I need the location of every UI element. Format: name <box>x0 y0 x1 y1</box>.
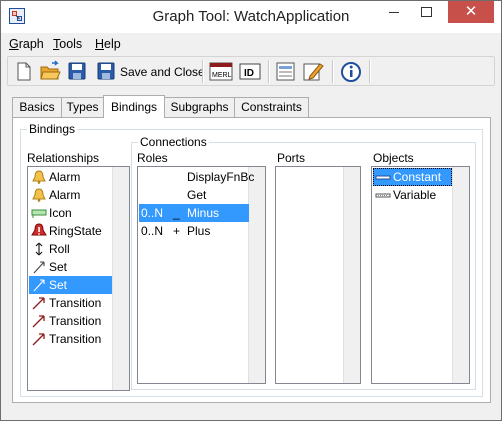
constant-icon <box>375 169 391 185</box>
list-item[interactable]: 0..N _ Minus <box>139 204 249 222</box>
roll-arrows-icon <box>31 241 47 257</box>
menu-graph[interactable]: Graph <box>9 37 44 51</box>
objects-label: Objects <box>373 151 414 165</box>
roles-label: Roles <box>137 151 168 165</box>
relationships-scrollbar[interactable] <box>112 167 129 390</box>
ports-label: Ports <box>277 151 306 165</box>
ports-scrollbar[interactable] <box>343 167 360 383</box>
list-item[interactable]: Set <box>29 258 112 276</box>
info-icon[interactable] <box>340 60 362 83</box>
close-icon: ✕ <box>464 3 478 20</box>
bell-icon <box>31 169 47 185</box>
minimize-button[interactable] <box>378 1 410 23</box>
transition-arrow-icon <box>31 331 47 347</box>
merl-text: MERL <box>212 72 232 79</box>
list-item[interactable]: RingState <box>29 222 112 240</box>
objects-list[interactable]: Constant Variable <box>371 166 470 384</box>
variable-icon <box>375 187 391 203</box>
menu-help[interactable]: Help <box>95 37 121 51</box>
icon-shape-icon <box>31 205 47 221</box>
set-arrow-icon <box>31 259 47 275</box>
tab-constraints[interactable]: Constraints <box>234 97 309 117</box>
list-item[interactable]: Constant <box>373 168 452 186</box>
ports-list[interactable] <box>275 166 361 384</box>
list-item[interactable]: Icon <box>29 204 112 222</box>
relationships-list[interactable]: Alarm Alarm Icon RingState Roll Set Set … <box>27 166 130 391</box>
list-item[interactable]: Roll <box>29 240 112 258</box>
edit-icon[interactable] <box>302 60 324 83</box>
list-item[interactable]: Alarm <box>29 186 112 204</box>
list-item[interactable]: Set <box>29 276 112 294</box>
roles-scrollbar[interactable] <box>248 167 265 383</box>
merl-icon[interactable]: MERL <box>209 60 233 83</box>
bell-icon <box>31 187 47 203</box>
list-item[interactable]: 0..N + Plus <box>139 222 249 240</box>
tab-basics[interactable]: Basics <box>12 97 62 117</box>
new-document-icon[interactable] <box>13 60 35 83</box>
tab-types[interactable]: Types <box>61 97 104 117</box>
maximize-button[interactable] <box>410 1 442 23</box>
list-item[interactable]: DisplayFnBc <box>139 168 254 186</box>
title-bar[interactable]: Graph Tool: WatchApplication ✕ <box>1 1 501 33</box>
transition-arrow-icon <box>31 295 47 311</box>
roles-list[interactable]: DisplayFnBc Get 0..N _ Minus 0..N + Plus <box>137 166 266 384</box>
relationships-label: Relationships <box>27 151 100 165</box>
connections-group: Connections Roles DisplayFnBc Get 0..N _ <box>131 135 476 390</box>
close-button[interactable]: ✕ <box>448 1 494 23</box>
status-strip <box>1 406 501 420</box>
save-icon[interactable] <box>66 60 88 83</box>
save-and-close-icon[interactable] <box>95 60 117 83</box>
menu-tools[interactable]: Tools <box>53 37 82 51</box>
list-item[interactable]: Alarm <box>29 168 112 186</box>
connections-group-title: Connections <box>138 135 209 149</box>
graph-tool-window: Graph Tool: WatchApplication ✕ Graph Too… <box>0 0 502 421</box>
list-item[interactable]: Transition <box>29 330 112 348</box>
open-folder-icon[interactable] <box>39 60 61 83</box>
list-item[interactable]: Transition <box>29 294 112 312</box>
list-item[interactable]: Variable <box>373 186 452 204</box>
set-arrow-icon <box>31 277 47 293</box>
tab-subgraphs[interactable]: Subgraphs <box>164 97 235 117</box>
objects-scrollbar[interactable] <box>452 167 469 383</box>
red-bell-icon <box>31 223 47 239</box>
list-item[interactable]: Get <box>139 186 249 204</box>
id-icon[interactable]: ID <box>239 60 261 83</box>
save-and-close-button[interactable]: Save and Close <box>120 65 205 79</box>
bindings-group-title: Bindings <box>27 122 78 136</box>
id-text: ID <box>244 68 254 79</box>
properties-icon[interactable] <box>275 60 297 83</box>
menu-bar: Graph Tools Help <box>1 34 501 54</box>
toolbar: Save and Close MERL ID <box>7 56 495 86</box>
list-item[interactable]: Transition <box>29 312 112 330</box>
bindings-panel: Bindings Relationships Alarm Alarm Icon <box>12 117 491 403</box>
tab-bindings[interactable]: Bindings <box>103 95 165 118</box>
transition-arrow-icon <box>31 313 47 329</box>
